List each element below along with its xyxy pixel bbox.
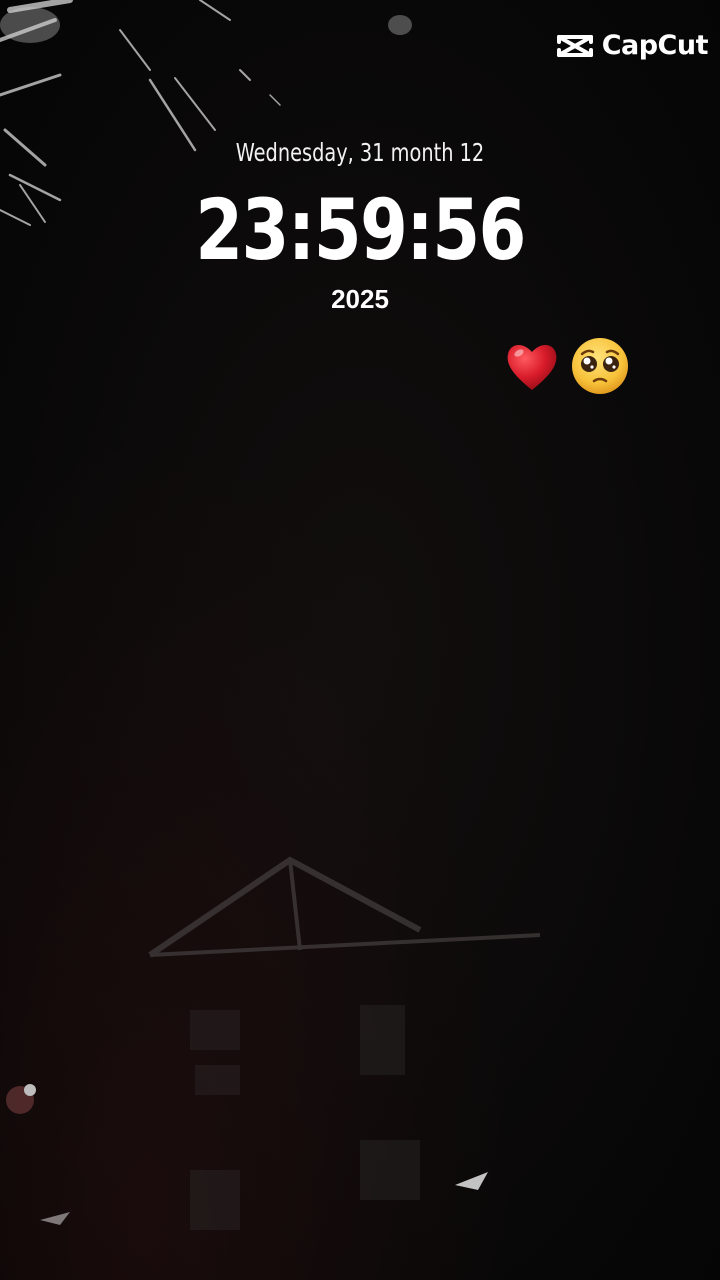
- emoji-row: [504, 334, 632, 398]
- capcut-logo-icon: [556, 34, 593, 57]
- red-heart-icon: [507, 345, 557, 390]
- building-silhouette: [148, 856, 541, 958]
- capcut-watermark: CapCut: [556, 30, 709, 61]
- year-label: 2025: [331, 284, 389, 314]
- clock-time: 23:59:56: [195, 181, 526, 279]
- capcut-wordmark: CapCut: [601, 30, 709, 61]
- date-label: Wednesday, 31 month 12: [235, 138, 485, 167]
- pleading-face-icon: [572, 338, 628, 394]
- video-frame: CapCut Wednesday, 31 month 12 23:59:56 2…: [0, 0, 720, 1280]
